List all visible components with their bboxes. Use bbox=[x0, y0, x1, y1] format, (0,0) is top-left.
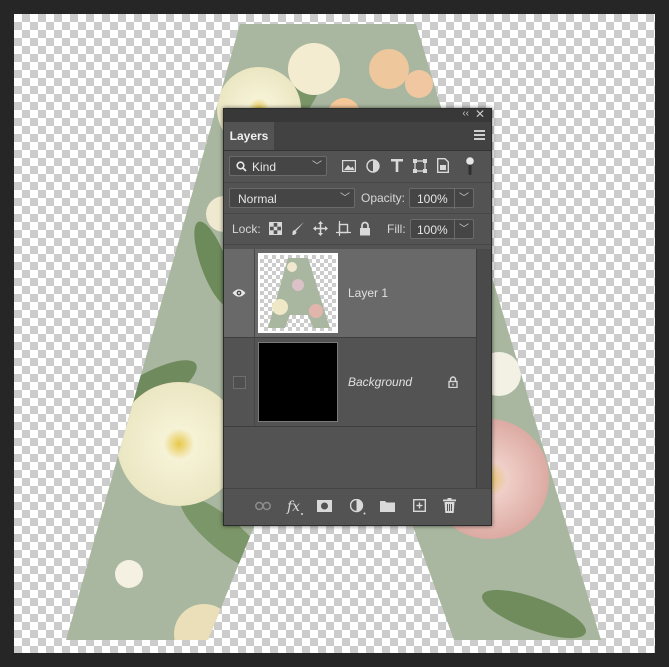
shape-filter-icon[interactable] bbox=[413, 159, 427, 173]
filter-row: Kind ﹀ bbox=[224, 151, 491, 183]
visibility-toggle[interactable] bbox=[224, 338, 255, 426]
lock-fill-row: Lock: Fill: 100% ﹀ bbox=[224, 214, 491, 245]
chevron-down-icon: ﹀ bbox=[312, 161, 322, 172]
layer-1-thumbnail-art bbox=[268, 258, 330, 328]
link-layers-icon[interactable] bbox=[255, 501, 271, 511]
tab-layers[interactable]: Layers bbox=[224, 122, 274, 150]
add-mask-icon[interactable] bbox=[317, 500, 332, 512]
layers-bottom-toolbar: fx bbox=[224, 488, 491, 525]
visibility-toggle[interactable] bbox=[224, 249, 255, 337]
adjustment-filter-icon[interactable] bbox=[366, 159, 380, 173]
collapse-panel-icon[interactable]: ‹‹ bbox=[462, 108, 469, 119]
lock-icon bbox=[448, 376, 458, 388]
hidden-visibility-box[interactable] bbox=[233, 376, 246, 389]
blend-mode-dropdown[interactable]: Normal ﹀ bbox=[229, 188, 355, 208]
chevron-down-icon: ﹀ bbox=[340, 193, 350, 204]
close-panel-icon[interactable]: ✕ bbox=[475, 107, 485, 121]
new-group-icon[interactable] bbox=[380, 500, 395, 512]
svg-text:fx: fx bbox=[286, 499, 300, 515]
layer-row-layer-1[interactable]: Layer 1 bbox=[224, 249, 476, 338]
opacity-label: Opacity: bbox=[361, 191, 406, 205]
lock-all-icon[interactable] bbox=[359, 221, 371, 236]
lock-artboard-icon[interactable] bbox=[336, 221, 351, 236]
new-layer-icon[interactable] bbox=[413, 499, 426, 512]
chevron-down-icon[interactable]: ﹀ bbox=[454, 189, 469, 209]
fill-input[interactable]: 100% ﹀ bbox=[410, 219, 474, 240]
layer-1-name[interactable]: Layer 1 bbox=[348, 249, 388, 337]
chevron-down-icon[interactable]: ﹀ bbox=[454, 220, 469, 240]
new-adjustment-icon[interactable] bbox=[350, 499, 366, 515]
layers-scrollbar[interactable] bbox=[476, 249, 491, 489]
fill-value: 100% bbox=[417, 223, 448, 237]
fx-icon[interactable]: fx bbox=[286, 498, 304, 516]
background-thumbnail[interactable] bbox=[258, 342, 338, 422]
lock-transparent-pixels-icon[interactable] bbox=[269, 222, 282, 235]
smart-object-filter-icon[interactable] bbox=[437, 158, 449, 173]
blend-opacity-row: Normal ﹀ Opacity: 100% ﹀ bbox=[224, 183, 491, 214]
background-layer-name[interactable]: Background bbox=[348, 338, 412, 426]
filter-kind-value: Kind bbox=[252, 160, 277, 174]
type-filter-icon[interactable] bbox=[391, 159, 403, 172]
opacity-value: 100% bbox=[417, 192, 448, 206]
filter-toggle-icon[interactable] bbox=[466, 157, 474, 175]
opacity-input[interactable]: 100% ﹀ bbox=[409, 188, 474, 209]
fill-label: Fill: bbox=[387, 222, 406, 236]
panel-menu-icon[interactable] bbox=[474, 130, 485, 142]
filter-kind-dropdown[interactable]: Kind ﹀ bbox=[229, 156, 327, 176]
layer-row-background[interactable]: Background bbox=[224, 338, 476, 427]
layer-1-thumbnail[interactable] bbox=[258, 253, 338, 333]
image-filter-icon[interactable] bbox=[342, 160, 356, 172]
layers-list: Layer 1 Background bbox=[224, 249, 476, 489]
lock-position-icon[interactable] bbox=[313, 221, 328, 236]
eye-icon[interactable] bbox=[232, 288, 246, 298]
lock-image-pixels-icon[interactable] bbox=[291, 221, 305, 236]
panel-tab-bar: Layers bbox=[224, 122, 491, 151]
layers-panel: ‹‹ ✕ Layers Kind ﹀ Normal ﹀ Opacity: 100… bbox=[223, 107, 492, 526]
delete-layer-icon[interactable] bbox=[443, 498, 456, 513]
search-icon bbox=[236, 161, 247, 172]
panel-title-bar[interactable]: ‹‹ ✕ bbox=[224, 107, 491, 122]
lock-label: Lock: bbox=[232, 222, 261, 236]
blend-mode-value: Normal bbox=[238, 192, 277, 206]
